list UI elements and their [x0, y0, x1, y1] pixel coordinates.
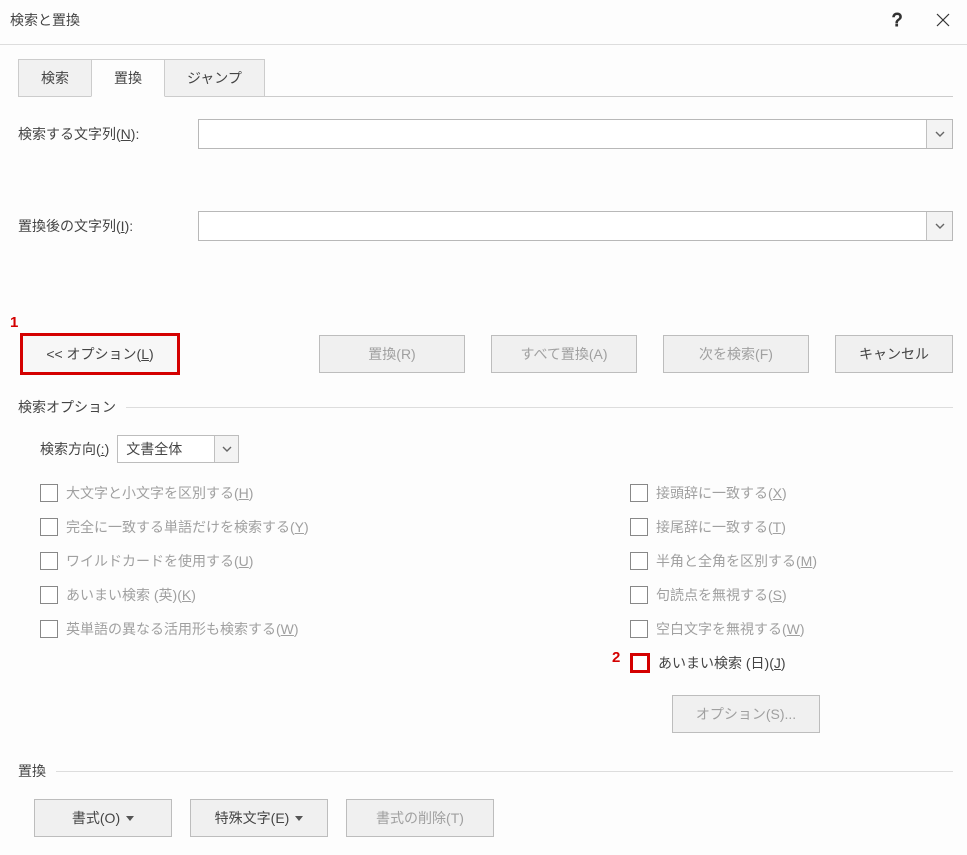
search-options-header: 検索オプション — [18, 397, 953, 417]
checkbox[interactable] — [630, 518, 648, 536]
chevron-down-icon — [935, 223, 945, 229]
check-whole-word: 完全に一致する単語だけを検索する(Y) — [40, 517, 630, 537]
find-dropdown-button[interactable] — [926, 120, 952, 148]
check-sounds-like-ja: 2 あいまい検索 (日)(J) — [630, 653, 953, 673]
chevron-down-icon — [222, 446, 232, 452]
find-next-button[interactable]: 次を検索(F) — [663, 335, 809, 373]
check-sounds-like-en: あいまい検索 (英)(K) — [40, 585, 630, 605]
replace-header: 置換 — [18, 761, 953, 781]
replace-button[interactable]: 置換(R) — [319, 335, 465, 373]
tab-jump[interactable]: ジャンプ — [164, 59, 265, 97]
options-toggle-button[interactable]: << オプション(L) — [20, 333, 180, 375]
replace-dropdown-button[interactable] — [926, 212, 952, 240]
tab-search[interactable]: 検索 — [18, 59, 92, 97]
check-word-forms: 英単語の異なる活用形も検索する(W) — [40, 619, 630, 639]
options-grid: 大文字と小文字を区別する(H) 完全に一致する単語だけを検索する(Y) ワイルド… — [40, 483, 953, 733]
replace-input[interactable] — [199, 212, 926, 240]
find-combo — [198, 119, 953, 149]
sounds-ja-options-row: オプション(S)... — [672, 695, 953, 733]
annotation-1: 1 — [10, 314, 18, 331]
direction-select[interactable]: 文書全体 — [117, 435, 239, 463]
chevron-down-icon — [935, 131, 945, 137]
format-button[interactable]: 書式(O) — [34, 799, 172, 837]
format-buttons-row: 書式(O) 特殊文字(E) 書式の削除(T) — [34, 799, 953, 837]
checkbox[interactable] — [630, 620, 648, 638]
checkbox[interactable] — [630, 586, 648, 604]
sounds-ja-options-button[interactable]: オプション(S)... — [672, 695, 820, 733]
replace-label: 置換後の文字列(I): — [18, 216, 198, 236]
checkbox[interactable] — [630, 552, 648, 570]
help-button[interactable]: ? — [871, 0, 919, 40]
check-ignore-punct: 句読点を無視する(S) — [630, 585, 953, 605]
direction-row: 検索方向(:) 文書全体 — [40, 435, 953, 463]
checkbox[interactable] — [630, 484, 648, 502]
special-button[interactable]: 特殊文字(E) — [190, 799, 328, 837]
close-button[interactable] — [919, 0, 967, 40]
checkbox[interactable] — [40, 620, 58, 638]
check-ignore-space: 空白文字を無視する(W) — [630, 619, 953, 639]
replace-combo — [198, 211, 953, 241]
annotation-2: 2 — [612, 649, 620, 666]
options-col-left: 大文字と小文字を区別する(H) 完全に一致する単語だけを検索する(Y) ワイルド… — [40, 483, 630, 733]
svg-text:?: ? — [892, 10, 902, 30]
cancel-button[interactable]: キャンセル — [835, 335, 953, 373]
triangle-down-icon — [126, 816, 134, 821]
find-input[interactable] — [199, 120, 926, 148]
checkbox[interactable] — [40, 586, 58, 604]
checkbox[interactable] — [40, 552, 58, 570]
checkbox[interactable] — [40, 484, 58, 502]
no-formatting-button[interactable]: 書式の削除(T) — [346, 799, 494, 837]
checkbox[interactable] — [40, 518, 58, 536]
find-label: 検索する文字列(N): — [18, 124, 198, 144]
titlebar: 検索と置換 ? — [0, 0, 967, 40]
options-col-right: 接頭辞に一致する(X) 接尾辞に一致する(T) 半角と全角を区別する(M) 句読… — [630, 483, 953, 733]
tab-replace[interactable]: 置換 — [91, 59, 165, 97]
triangle-down-icon — [295, 816, 303, 821]
check-wildcard: ワイルドカードを使用する(U) — [40, 551, 630, 571]
check-suffix: 接尾辞に一致する(T) — [630, 517, 953, 537]
replace-row: 置換後の文字列(I): — [18, 211, 953, 241]
replace-section: 置換 書式(O) 特殊文字(E) 書式の削除(T) — [18, 761, 953, 837]
direction-value: 文書全体 — [118, 436, 214, 462]
action-buttons: << オプション(L) 置換(R) すべて置換(A) 次を検索(F) キャンセル — [20, 333, 953, 375]
tabs: 検索 置換 ジャンプ — [18, 59, 967, 97]
check-match-case: 大文字と小文字を区別する(H) — [40, 483, 630, 503]
checkbox-highlighted[interactable] — [630, 653, 650, 673]
find-row: 検索する文字列(N): — [18, 119, 953, 149]
dialog-title: 検索と置換 — [10, 10, 871, 30]
check-prefix: 接頭辞に一致する(X) — [630, 483, 953, 503]
check-half-full-width: 半角と全角を区別する(M) — [630, 551, 953, 571]
replace-all-button[interactable]: すべて置換(A) — [491, 335, 637, 373]
direction-label: 検索方向(:) — [40, 439, 109, 459]
direction-dropdown-button[interactable] — [214, 436, 238, 462]
divider — [0, 44, 967, 45]
